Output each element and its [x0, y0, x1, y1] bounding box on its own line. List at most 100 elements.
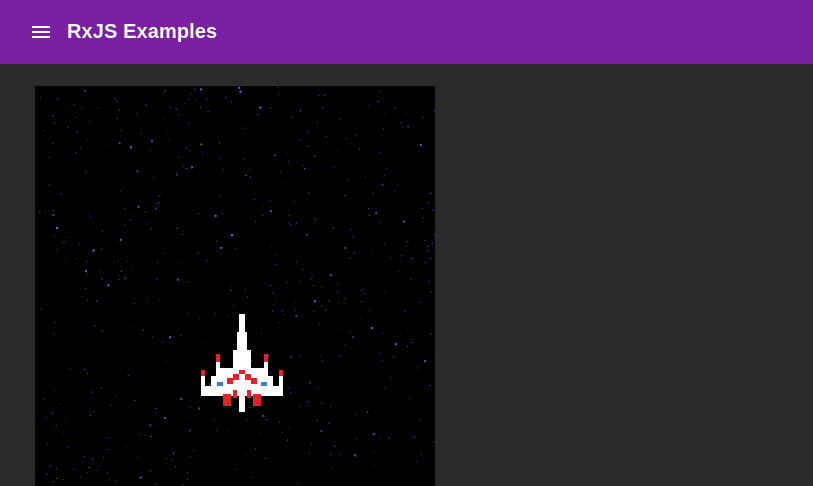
star [402, 126, 404, 128]
star [280, 172, 282, 173]
star [262, 414, 265, 417]
star [40, 308, 42, 310]
star [261, 205, 263, 207]
star [318, 386, 320, 388]
star [56, 248, 58, 250]
star [350, 229, 352, 231]
star [65, 261, 66, 263]
star [414, 247, 416, 249]
ship-body-upper [237, 332, 247, 352]
star [214, 312, 216, 314]
starfield [39, 86, 435, 486]
star [86, 261, 88, 263]
star [127, 374, 129, 376]
star [52, 213, 55, 216]
star [63, 242, 65, 244]
star [189, 429, 191, 431]
star [265, 419, 267, 420]
star [169, 336, 172, 339]
star [337, 150, 339, 152]
star [49, 156, 51, 158]
star [269, 200, 271, 202]
star [375, 411, 377, 413]
star [246, 174, 248, 176]
star [149, 354, 151, 356]
star [380, 221, 381, 223]
ship-chevron-left [233, 374, 239, 380]
star [413, 210, 415, 212]
star [239, 90, 242, 93]
star [231, 234, 233, 237]
star [311, 275, 313, 276]
game-canvas[interactable] [35, 86, 435, 486]
star [331, 467, 333, 469]
star [304, 168, 306, 170]
star [320, 355, 322, 357]
star [219, 142, 220, 144]
star [176, 227, 178, 229]
star [359, 148, 361, 150]
star [86, 273, 88, 275]
star [133, 303, 135, 305]
star [361, 301, 363, 303]
star [226, 430, 228, 432]
star [185, 168, 187, 169]
star [345, 138, 347, 140]
star [115, 396, 117, 397]
star [89, 217, 91, 219]
star [381, 332, 383, 334]
ship-nose [239, 314, 245, 334]
menu-icon[interactable] [29, 20, 53, 44]
star [243, 158, 245, 160]
star [220, 254, 222, 256]
star [313, 311, 315, 312]
star [197, 252, 199, 254]
star [180, 335, 182, 336]
star [349, 257, 351, 259]
star [330, 405, 332, 407]
star [125, 446, 127, 448]
star [135, 113, 137, 115]
star [330, 454, 331, 456]
star [355, 413, 357, 415]
star [145, 104, 147, 106]
star [206, 260, 208, 262]
star [275, 255, 277, 257]
star [302, 164, 304, 166]
star [419, 301, 421, 303]
star [328, 300, 329, 302]
star [388, 437, 390, 439]
star [119, 238, 122, 241]
star [96, 300, 98, 302]
star [333, 227, 335, 229]
star [124, 277, 127, 280]
ship-right-window [261, 382, 267, 386]
star [427, 246, 429, 248]
star [259, 106, 262, 109]
star [218, 195, 220, 197]
star [92, 458, 93, 460]
star [429, 385, 431, 386]
star [94, 325, 96, 327]
star [257, 114, 259, 116]
star [151, 139, 153, 142]
star [67, 446, 69, 448]
star [92, 249, 95, 252]
star [150, 470, 152, 472]
star [168, 139, 170, 141]
star [187, 313, 189, 314]
star [189, 456, 191, 458]
star [107, 472, 108, 474]
star [344, 344, 346, 346]
ship-right-exhaust [253, 394, 261, 406]
star [175, 466, 177, 468]
star [67, 126, 69, 128]
star [242, 127, 244, 129]
star [73, 103, 75, 105]
star [55, 468, 57, 470]
star [220, 157, 221, 159]
star [340, 355, 341, 357]
star [307, 132, 309, 133]
star [110, 404, 112, 406]
star [81, 296, 83, 298]
